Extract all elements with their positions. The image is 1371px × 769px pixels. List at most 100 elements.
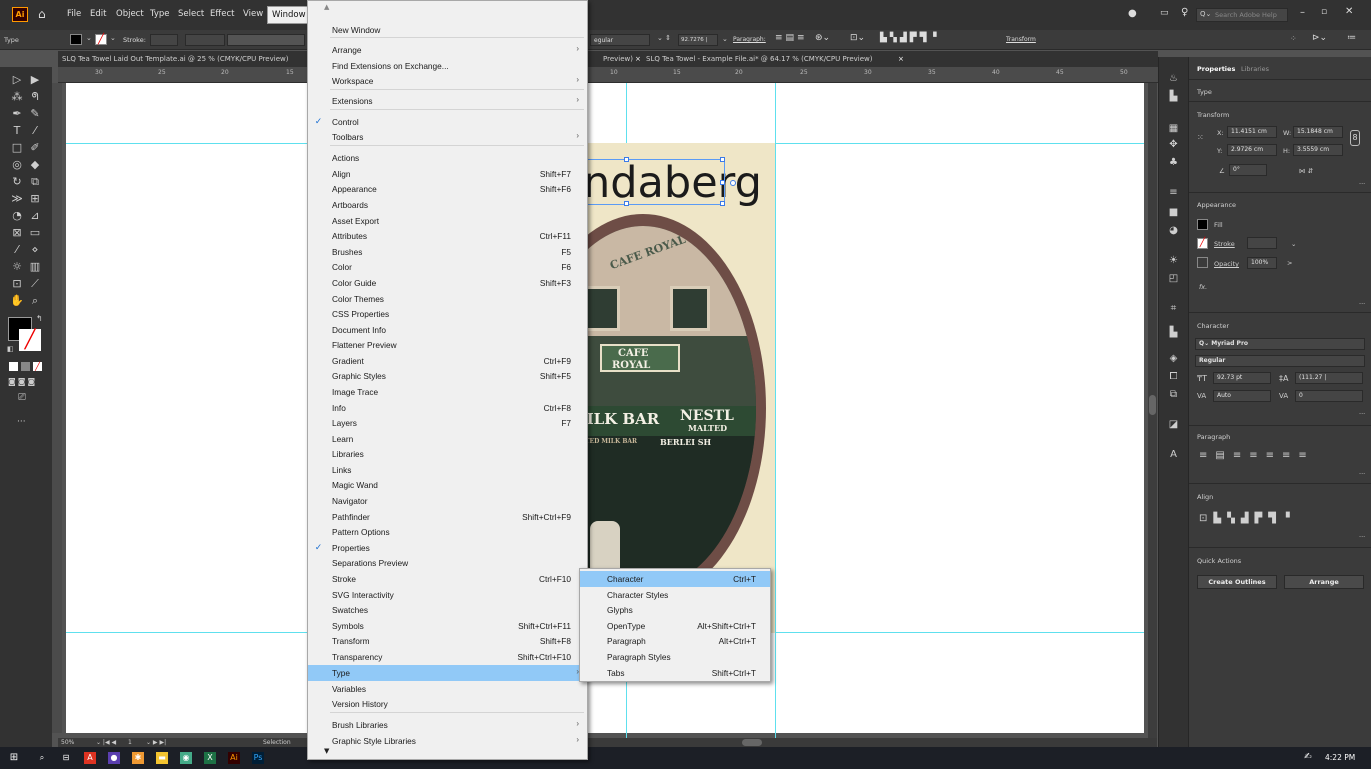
menu-item-arrange[interactable]: Arrange › [308, 42, 587, 58]
photoshop-taskbar-icon[interactable]: Ps [252, 752, 264, 764]
default-colors-icon[interactable]: ◧ [7, 345, 14, 353]
font-size-dropdown-icon[interactable]: ⌄ [722, 35, 728, 43]
menu-item-properties[interactable]: ✓ Properties [308, 540, 587, 556]
home-icon[interactable]: ⌂ [38, 7, 46, 21]
stroke-swatch-panel[interactable]: ╱ [1197, 238, 1208, 249]
edit-toolbar-icon[interactable]: ··· [17, 417, 26, 427]
artboard-nav-icons[interactable]: ⌄ ▶ ▶| [146, 739, 166, 746]
rectangle-tool-icon[interactable]: □ [10, 141, 24, 155]
menu-item-symbols[interactable]: Symbols Shift+Ctrl+F11 [308, 618, 587, 634]
align-more-icon[interactable]: ··· [1359, 533, 1365, 541]
pen-icon[interactable]: ✍ [1304, 752, 1312, 762]
font-family-field[interactable]: Q⌄ Myriad Pro [1195, 338, 1365, 350]
draw-modes-icon[interactable]: ◙◙◙ [8, 377, 37, 386]
menu-item-extensions[interactable]: Extensions › [308, 93, 587, 109]
stroke-weight-field[interactable] [150, 34, 178, 46]
artboard-number[interactable]: 1 [128, 739, 132, 746]
hand-tool-icon[interactable]: ✋ [10, 294, 24, 308]
lightbulb-icon[interactable]: ♀ [1181, 7, 1188, 18]
paragraph-link[interactable]: Paragraph: [733, 36, 766, 43]
height-field[interactable]: 3.5559 cm [1293, 144, 1343, 156]
brushes-panel-icon[interactable]: ✥ [1167, 139, 1180, 151]
zoom-dropdown-icon[interactable]: ⌄ |◀ ◀ [96, 739, 116, 746]
windows-start-icon[interactable]: ⊞ [8, 752, 20, 764]
tracking-field[interactable]: 0 [1295, 390, 1363, 402]
selection-handle[interactable] [624, 157, 629, 162]
swap-colors-icon[interactable]: ↰ [36, 314, 43, 323]
stroke-weight-panel-field[interactable] [1247, 237, 1277, 249]
asset-export-panel-icon[interactable]: ⧉ [1167, 389, 1180, 401]
stroke-dropdown-icon[interactable]: ⌄ [1291, 240, 1296, 248]
menu-item-type[interactable]: Type › [308, 665, 587, 681]
kerning-field[interactable]: Auto [1213, 390, 1271, 402]
color-mode-icon[interactable] [9, 362, 18, 371]
swatches-panel-icon[interactable]: ▦ [1167, 123, 1180, 135]
tab-document-1-suffix[interactable]: Preview) [603, 55, 633, 63]
tab-close-icon-2[interactable]: × [898, 55, 904, 63]
gradient-panel-icon[interactable]: ■ [1167, 207, 1180, 219]
transform-panel-icon[interactable]: ⌗ [1167, 303, 1180, 315]
menu-item-learn[interactable]: Learn [308, 431, 587, 447]
magic-wand-icon[interactable]: ⁂ [10, 90, 24, 104]
isolate-icon[interactable]: ⁘ [1290, 34, 1297, 43]
menu-item-gradient[interactable]: Gradient Ctrl+F9 [308, 353, 587, 369]
app-icon-2[interactable]: ● [108, 752, 120, 764]
menu-item-artboards[interactable]: Artboards [308, 197, 587, 213]
opacity-link[interactable]: Opacity [1214, 260, 1239, 268]
gradient-tool-icon[interactable]: ▭ [28, 226, 42, 240]
variable-width-dropdown[interactable] [185, 34, 225, 46]
align-panel-icon[interactable]: ▙ [1167, 327, 1180, 339]
curvature-tool-icon[interactable]: ✎ [28, 107, 42, 121]
menu-window[interactable]: Window [267, 6, 311, 24]
brush-dropdown[interactable] [227, 34, 305, 46]
menu-item-pattern-options[interactable]: Pattern Options [308, 524, 587, 540]
rotate-tool-icon[interactable]: ↻ [10, 175, 24, 189]
menu-item-css-properties[interactable]: CSS Properties [308, 306, 587, 322]
transform-link[interactable]: Transform [1006, 36, 1036, 43]
menu-item-asset-export[interactable]: Asset Export [308, 213, 587, 229]
menu-item-brush-libraries[interactable]: Brush Libraries › [308, 717, 587, 733]
vertical-ruler[interactable] [52, 83, 62, 733]
opacity-field[interactable]: 100% [1247, 257, 1277, 269]
menu-item-color-guide[interactable]: Color Guide Shift+F3 [308, 275, 587, 291]
menu-item-layers[interactable]: Layers F7 [308, 415, 587, 431]
menu-item-toolbars[interactable]: Toolbars › [308, 129, 587, 145]
submenu-item-tabs[interactable]: Tabs Shift+Ctrl+T [580, 665, 770, 681]
menu-item-libraries[interactable]: Libraries [308, 446, 587, 462]
menu-item-appearance[interactable]: Appearance Shift+F6 [308, 181, 587, 197]
line-tool-icon[interactable]: ⁄ [28, 124, 42, 138]
free-transform-icon[interactable]: ⊞ [28, 192, 42, 206]
graphic-styles-panel-icon[interactable]: ◰ [1167, 273, 1180, 285]
mesh-tool-icon[interactable]: ⊠ [10, 226, 24, 240]
angle-field[interactable]: 0° [1229, 164, 1267, 176]
appearance-more-icon[interactable]: ··· [1359, 300, 1365, 308]
selection-tool-icon[interactable]: ▷ [10, 73, 24, 87]
menu-type[interactable]: Type [150, 9, 170, 19]
zoom-tool-icon[interactable]: ⌕ [28, 294, 42, 308]
opacity-arrow-icon[interactable]: > [1287, 259, 1292, 267]
menu-item-brushes[interactable]: Brushes F5 [308, 244, 587, 260]
chrome-icon[interactable]: ◉ [180, 752, 192, 764]
constrain-proportions-icon[interactable]: 8 [1350, 130, 1360, 146]
submenu-item-character[interactable]: Character Ctrl+T [580, 571, 770, 587]
menu-item-swatches[interactable]: Swatches [308, 602, 587, 618]
layers-panel-icon[interactable]: ◈ [1167, 353, 1180, 365]
fx-icon[interactable]: fx. [1199, 283, 1207, 291]
menu-item-new-window[interactable]: New Window [308, 22, 587, 38]
menu-item-pathfinder[interactable]: Pathfinder Shift+Ctrl+F9 [308, 509, 587, 525]
symbols-panel-icon[interactable]: ♣ [1167, 157, 1180, 169]
artboards-panel-icon[interactable]: ⧠ [1167, 371, 1180, 383]
blend-tool-icon[interactable]: ⋄ [28, 243, 42, 257]
pen-tool-icon[interactable]: ✒ [10, 107, 24, 121]
menu-item-separations-preview[interactable]: Separations Preview [308, 555, 587, 571]
submenu-item-glyphs[interactable]: Glyphs [580, 602, 770, 618]
menu-item-attributes[interactable]: Attributes Ctrl+F11 [308, 228, 587, 244]
transform-more-icon[interactable]: ··· [1359, 180, 1365, 188]
direct-selection-tool-icon[interactable]: ▶ [28, 73, 42, 87]
selection-handle[interactable] [720, 157, 725, 162]
gradient-mode-icon[interactable] [21, 362, 30, 371]
selection-handle[interactable] [624, 201, 629, 206]
perspective-grid-icon[interactable]: ⊿ [28, 209, 42, 223]
menu-select[interactable]: Select [178, 9, 204, 19]
align-to-icon[interactable]: ⊡⌄ [850, 33, 865, 43]
